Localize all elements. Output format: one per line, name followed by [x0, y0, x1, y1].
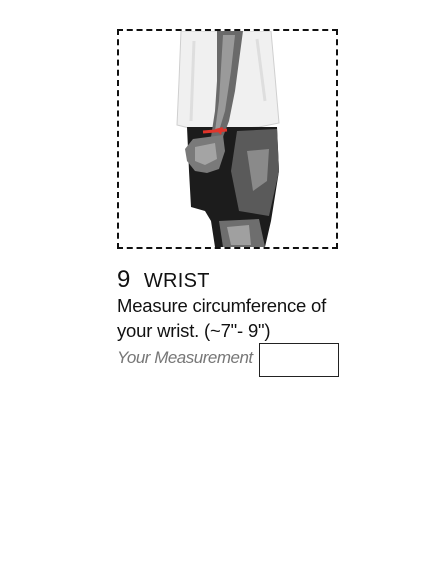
measurement-input[interactable]	[259, 343, 339, 377]
step-title: WRIST	[143, 270, 210, 292]
instructions-line-2: your wrist. (~7"- 9")	[117, 320, 271, 341]
wrist-measurement-illustration	[176, 31, 280, 247]
measuring-tape	[202, 128, 228, 134]
measurement-label: Your Measurement	[117, 348, 253, 367]
wrist-illustration-frame	[117, 29, 338, 249]
measurement-instructions: Measure circumference of your wrist. (~7…	[117, 293, 357, 343]
step-heading: 9 WRIST	[117, 266, 210, 294]
instructions-line-1: Measure circumference of	[117, 295, 327, 316]
step-number: 9	[117, 266, 131, 293]
